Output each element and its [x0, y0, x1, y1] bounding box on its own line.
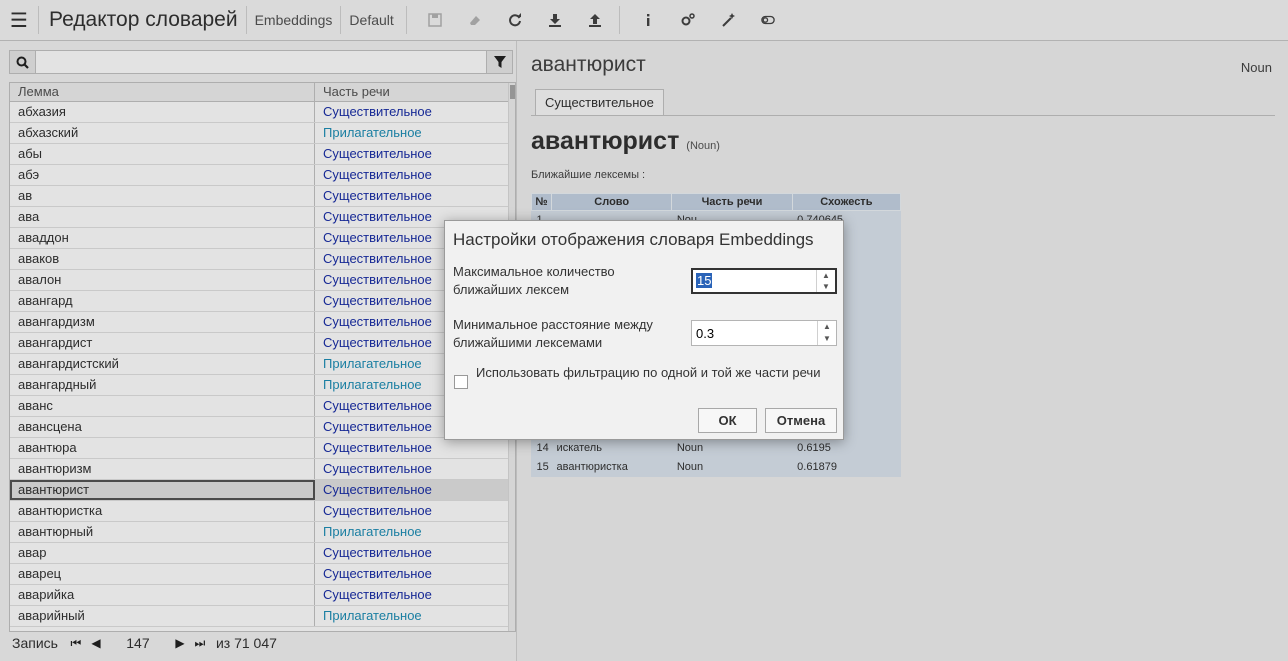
- ok-button[interactable]: ОК: [698, 408, 757, 433]
- max-count-value: 15: [696, 273, 713, 288]
- increment-icon[interactable]: ▲: [818, 321, 836, 333]
- min-distance-input[interactable]: [692, 321, 817, 345]
- max-count-stepper[interactable]: 15 ▲ ▼: [691, 268, 837, 294]
- decrement-icon[interactable]: ▼: [817, 281, 835, 292]
- pos-filter-label[interactable]: Использовать фильтрацию по одной и той ж…: [476, 364, 836, 382]
- max-count-display[interactable]: 15: [693, 270, 816, 292]
- min-distance-label: Минимальное расстояние между ближайшими …: [453, 317, 653, 350]
- pos-filter-checkbox[interactable]: [454, 375, 468, 389]
- dialog-title: Настройки отображения словаря Embeddings: [453, 230, 814, 249]
- increment-icon[interactable]: ▲: [817, 270, 835, 281]
- settings-dialog: Настройки отображения словаря Embeddings…: [444, 220, 844, 440]
- max-count-spin-buttons: ▲ ▼: [816, 270, 835, 292]
- decrement-icon[interactable]: ▼: [818, 333, 836, 345]
- min-distance-spin-buttons: ▲ ▼: [817, 321, 836, 345]
- cancel-button[interactable]: Отмена: [765, 408, 837, 433]
- max-count-label: Максимальное количество ближайших лексем: [453, 264, 615, 297]
- min-distance-stepper[interactable]: ▲ ▼: [691, 320, 837, 346]
